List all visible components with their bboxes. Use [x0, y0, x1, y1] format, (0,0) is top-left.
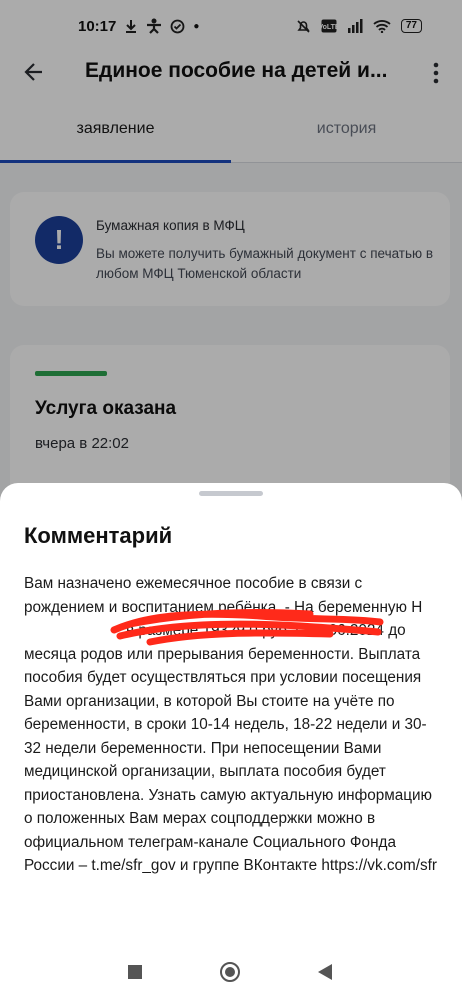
- system-nav-bar: [0, 943, 462, 1000]
- sheet-title: Комментарий: [24, 523, 173, 548]
- comment-bottom-sheet: Комментарий Вам назначено ежемесячное по…: [0, 483, 462, 943]
- comment-text: Вам назначено ежемесячное пособие в связ…: [24, 575, 437, 874]
- recents-icon[interactable]: [128, 965, 142, 979]
- home-icon[interactable]: [220, 962, 240, 982]
- drag-handle[interactable]: [199, 491, 263, 496]
- nav-back-icon[interactable]: [317, 963, 333, 981]
